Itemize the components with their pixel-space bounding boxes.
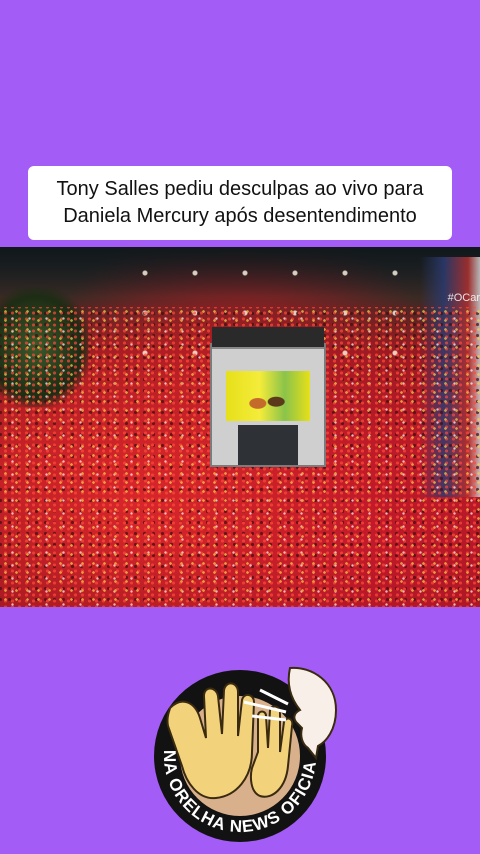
truck-base (238, 425, 298, 465)
caption-line-2: Daniela Mercury após desentendimento (63, 205, 417, 227)
video-frame[interactable]: #OCar (0, 247, 480, 607)
channel-logo: NA ORELHA NEWS OFICIAL (140, 656, 338, 842)
app-screen: { "caption": { "line1": "Tony Salles ped… (0, 0, 480, 854)
truck-screen (226, 371, 310, 421)
video-watermark: #OCar (447, 292, 480, 304)
caption-line-1: Tony Salles pediu desculpas ao vivo para (56, 178, 424, 200)
caption-box: Tony Salles pediu desculpas ao vivo para… (28, 166, 452, 240)
truck-top (212, 327, 324, 349)
trio-eletrico-truck (210, 327, 326, 467)
